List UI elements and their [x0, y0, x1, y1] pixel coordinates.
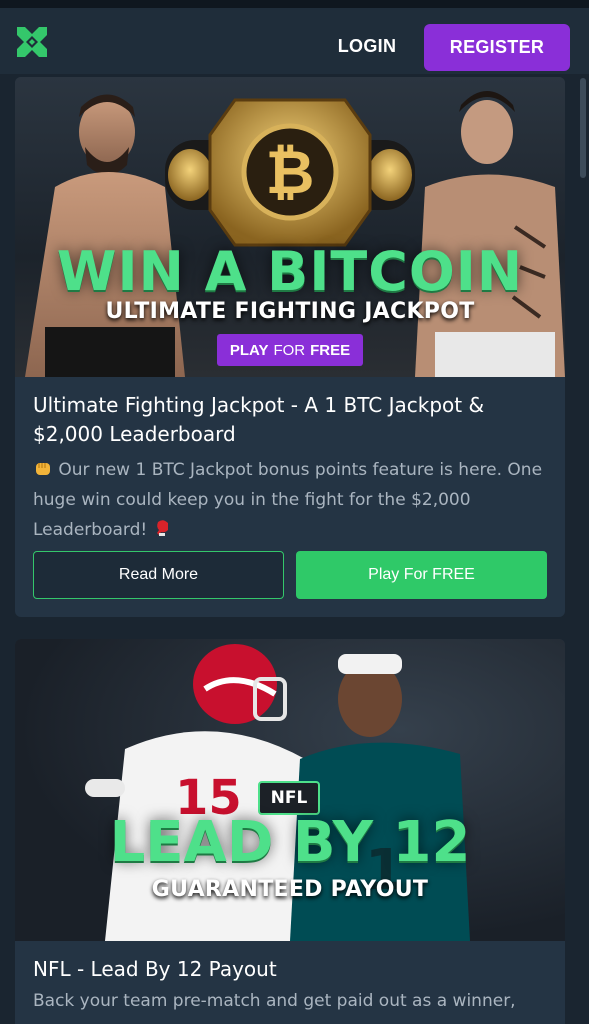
- read-more-button[interactable]: Read More: [33, 551, 284, 599]
- play-for-free-badge[interactable]: PLAY FOR FREE: [217, 334, 363, 366]
- banner-headline: LEAD BY 12: [109, 810, 471, 875]
- promo-actions: Read More Play For FREE: [33, 551, 547, 599]
- bitcoin-belt-image: ₿: [165, 98, 415, 247]
- promo-description: Back your team pre-match and get paid ou…: [33, 991, 516, 1011]
- promo-banner-image[interactable]: 15 1 NFL LEAD BY 12 GUARANTEED PAYOUT: [15, 639, 565, 941]
- promo-title[interactable]: Ultimate Fighting Jackpot - A 1 BTC Jack…: [33, 391, 547, 449]
- badge-play-text: PLAY: [229, 341, 269, 359]
- boxing-glove-icon: [156, 520, 168, 536]
- fist-emoji-icon: [36, 463, 50, 475]
- scrollbar[interactable]: [580, 78, 586, 178]
- fighter-right-image: [415, 91, 565, 377]
- banner-headline: WIN A BITCOIN: [56, 240, 524, 303]
- promo-banner-image[interactable]: ₿ WIN A BITCOIN ULTIMATE FIGHTING JACKPO…: [15, 77, 565, 377]
- logo-icon[interactable]: [14, 24, 50, 60]
- badge-for-text: FOR: [273, 341, 306, 359]
- promo-description-text: Our new 1 BTC Jackpot bonus points featu…: [33, 460, 543, 540]
- badge-free-text: FREE: [310, 341, 351, 359]
- svg-text:₿: ₿: [266, 138, 315, 208]
- banner-subheadline: GUARANTEED PAYOUT: [151, 877, 429, 902]
- register-button[interactable]: REGISTER: [424, 24, 570, 71]
- status-strip: [0, 0, 589, 8]
- promo-description: Our new 1 BTC Jackpot bonus points featu…: [33, 455, 547, 545]
- top-header: LOGIN REGISTER: [0, 8, 589, 74]
- login-button[interactable]: LOGIN: [322, 24, 412, 68]
- play-for-free-button[interactable]: Play For FREE: [296, 551, 547, 599]
- promo-card-ultimate-fighting: ₿ WIN A BITCOIN ULTIMATE FIGHTING JACKPO…: [15, 77, 565, 617]
- promo-title[interactable]: NFL - Lead By 12 Payout: [33, 955, 547, 984]
- promo-card-nfl: 15 1 NFL LEAD BY 12 GUARANTEED PAYOUT NF…: [15, 639, 565, 1024]
- banner-subheadline: ULTIMATE FIGHTING JACKPOT: [105, 299, 475, 324]
